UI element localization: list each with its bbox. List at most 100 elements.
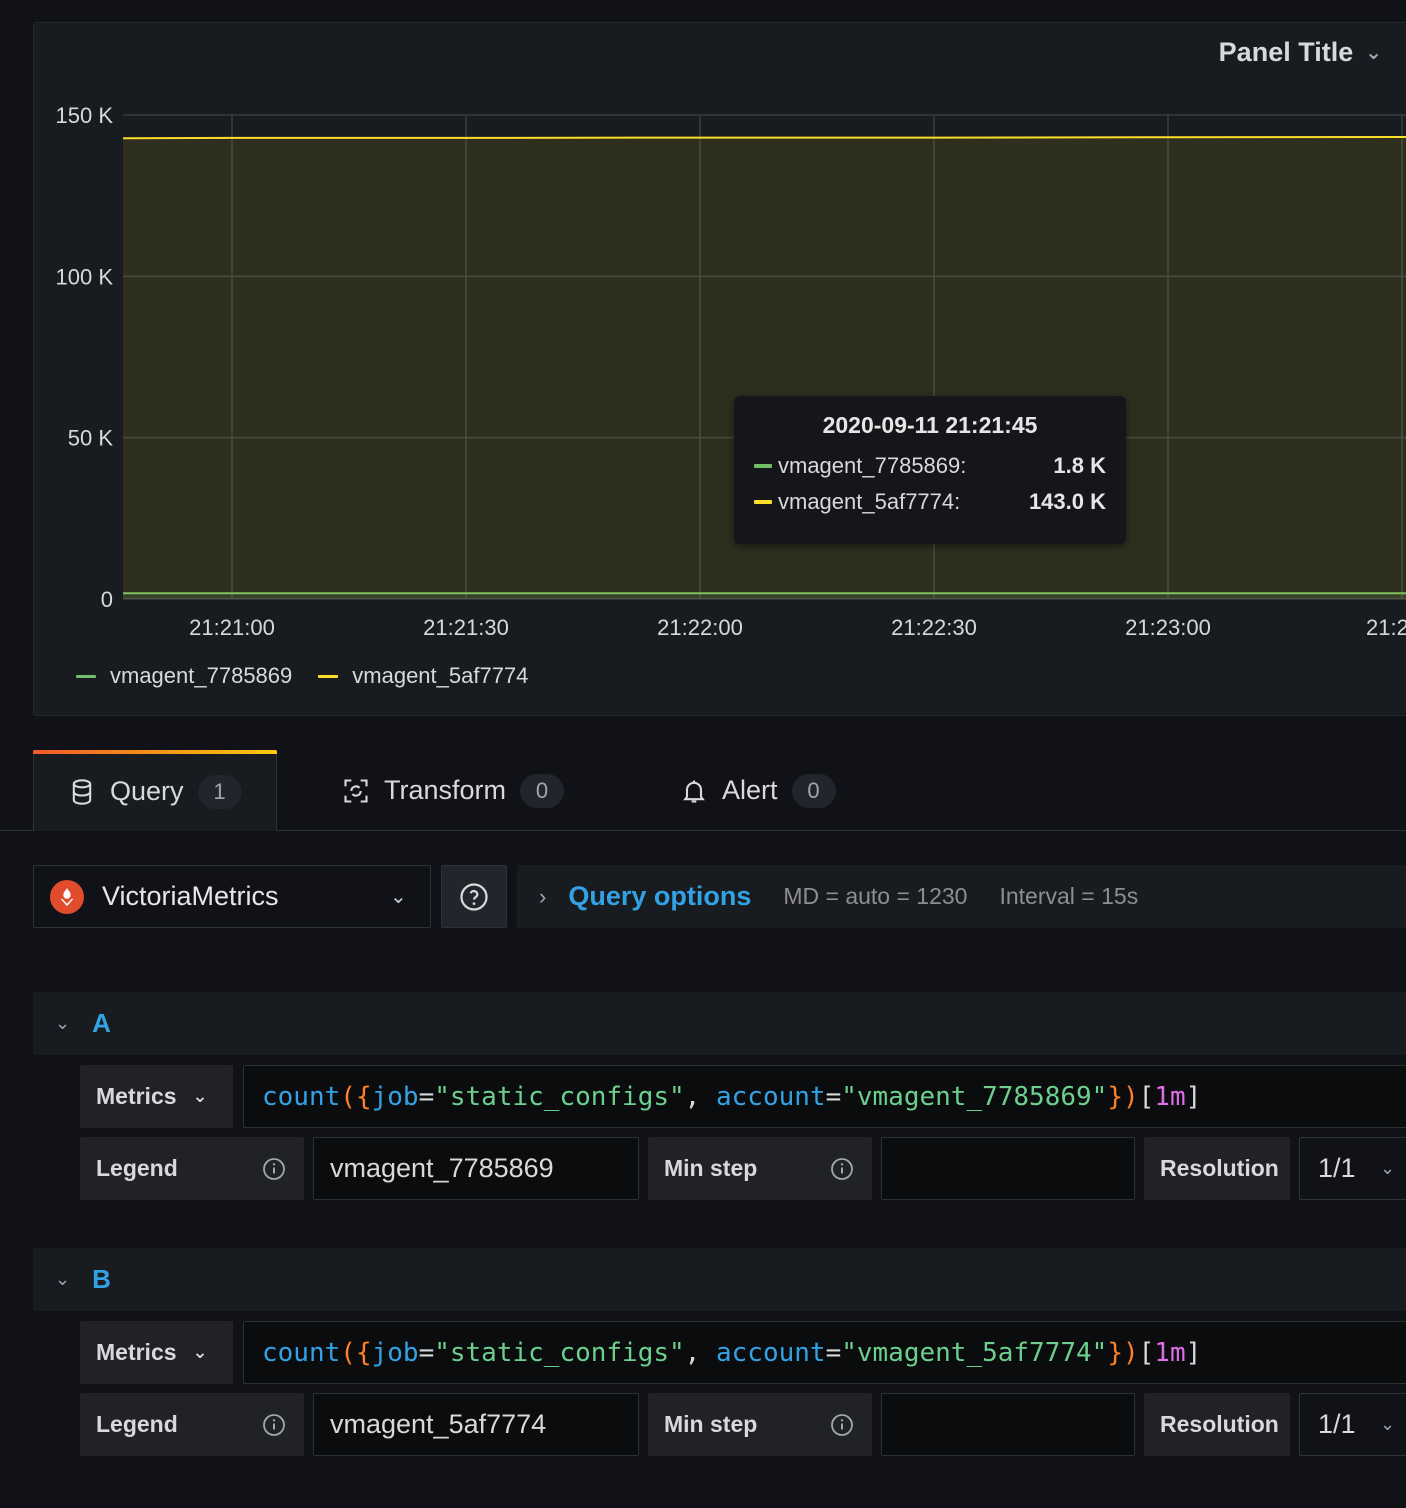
- x-tick-label: 21:22:30: [891, 615, 977, 640]
- query-ref-id: A: [92, 1008, 111, 1038]
- query-token-function: count: [262, 1337, 341, 1368]
- query-token-string: "static_configs": [434, 1081, 685, 1112]
- query-token-string: "static_configs": [434, 1337, 685, 1368]
- bell-icon: [683, 780, 705, 803]
- query-row-b-header[interactable]: ⌄ B: [33, 1248, 1406, 1311]
- legend-item-vmagent-7785869[interactable]: vmagent_7785869: [76, 663, 292, 689]
- question-icon: [460, 882, 488, 911]
- chevron-down-icon: ⌄: [192, 1342, 208, 1362]
- help-button[interactable]: [441, 865, 507, 928]
- chevron-down-icon: ⌄: [192, 1086, 208, 1106]
- legend-format-input[interactable]: vmagent_7785869: [313, 1137, 639, 1200]
- tab-count-badge: 0: [791, 773, 836, 808]
- query-token: (: [340, 1337, 356, 1368]
- metrics-label: Metrics: [96, 1339, 177, 1365]
- query-token: [: [1138, 1337, 1155, 1368]
- tab-label: Transform: [384, 775, 507, 805]
- graph-panel: Panel Title ⌄ 150 K 100 K 50 K 0 21:21:00 21:…: [33, 22, 1406, 716]
- chart-area[interactable]: 150 K 100 K 50 K 0 21:21:00 21:21:30 21:22:00 2…: [34, 23, 1406, 663]
- query-row-a-header[interactable]: ⌄ A: [33, 992, 1406, 1055]
- info-icon[interactable]: [830, 1413, 854, 1437]
- query-token-label: job: [371, 1337, 419, 1368]
- tooltip-series-name: vmagent_5af7774:: [778, 489, 961, 514]
- min-step-input[interactable]: [881, 1137, 1135, 1200]
- resolution-value: 1/1: [1318, 1153, 1356, 1183]
- query-ref-id: B: [92, 1264, 111, 1294]
- y-tick-label: 100 K: [56, 264, 114, 289]
- chart-tooltip: 2020-09-11 21:21:45 vmagent_7785869: 1.8…: [734, 396, 1126, 544]
- legend-format-input[interactable]: vmagent_5af7774: [313, 1393, 639, 1456]
- legend-field-label: Legend: [80, 1393, 304, 1456]
- query-token: ,: [684, 1081, 716, 1112]
- transform-icon: [344, 778, 368, 803]
- datasource-name: VictoriaMetrics: [102, 881, 279, 911]
- min-step-label-text: Min step: [664, 1411, 758, 1437]
- tooltip-swatch-yellow: [754, 500, 772, 504]
- legend-item-vmagent-5af7774[interactable]: vmagent_5af7774: [318, 663, 528, 689]
- datasource-picker[interactable]: VictoriaMetrics ⌄: [33, 865, 431, 928]
- tab-count-badge: 1: [197, 774, 242, 809]
- series-line: [122, 135, 1406, 140]
- min-step-field-label: Min step: [648, 1137, 872, 1200]
- query-token: =: [418, 1081, 435, 1112]
- resolution-select[interactable]: 1/1 ⌄: [1299, 1137, 1406, 1200]
- y-tick-label: 150 K: [56, 103, 114, 128]
- x-tick-label: 21:21:30: [423, 615, 509, 640]
- metrics-dropdown[interactable]: Metrics ⌄: [80, 1065, 233, 1128]
- query-token-string: "vmagent_7785869": [841, 1081, 1108, 1112]
- query-token-label: job: [371, 1081, 419, 1112]
- interval-info: Interval = 15s: [999, 883, 1139, 909]
- tab-query[interactable]: Query 1: [33, 750, 277, 832]
- legend-field-label: Legend: [80, 1137, 304, 1200]
- x-tick-label: 21:22:00: [657, 615, 743, 640]
- x-tick-label: 21:23: [1366, 615, 1406, 640]
- tab-transform[interactable]: Transform 0: [342, 750, 565, 831]
- legend-label-text: Legend: [96, 1155, 178, 1181]
- victoriametrics-logo: [50, 879, 84, 914]
- query-token: =: [825, 1337, 842, 1368]
- tab-label: Query: [110, 776, 184, 806]
- legend-label: vmagent_5af7774: [352, 663, 529, 688]
- query-token: ]: [1185, 1081, 1202, 1112]
- tooltip-series-name: vmagent_7785869:: [778, 453, 967, 478]
- x-tick-label: 21:23:00: [1125, 615, 1211, 640]
- query-token-duration: 1m: [1154, 1081, 1186, 1112]
- chevron-right-icon: ›: [539, 883, 547, 909]
- min-step-input[interactable]: [881, 1393, 1135, 1456]
- tooltip-swatch-green: [754, 464, 772, 468]
- chart-legend: vmagent_7785869 vmagent_5af7774: [76, 663, 528, 689]
- chevron-down-icon: ⌄: [1380, 1158, 1396, 1178]
- info-icon[interactable]: [262, 1413, 286, 1437]
- resolution-field-label: Resolution: [1144, 1393, 1290, 1456]
- tab-count-badge: 0: [520, 773, 565, 808]
- tooltip-series-value: 143.0 K: [1028, 489, 1106, 514]
- tooltip-series-value: 1.8 K: [1053, 453, 1106, 478]
- resolution-select[interactable]: 1/1 ⌄: [1299, 1393, 1406, 1456]
- info-icon[interactable]: [262, 1157, 286, 1181]
- legend-label: vmagent_7785869: [110, 663, 293, 688]
- query-options-toggle[interactable]: › Query options MD = auto = 1230 Interva…: [517, 865, 1406, 928]
- metrics-dropdown[interactable]: Metrics ⌄: [80, 1321, 233, 1384]
- query-expression-input[interactable]: count({job = "static_configs", account = "vm…: [243, 1065, 1406, 1128]
- metrics-label: Metrics: [96, 1083, 177, 1109]
- x-tick-label: 21:21:00: [189, 615, 275, 640]
- query-token: ): [1122, 1081, 1139, 1112]
- query-token-string: "vmagent_5af7774": [841, 1337, 1108, 1368]
- query-token: {: [355, 1337, 372, 1368]
- chevron-down-icon: ⌄: [1380, 1414, 1396, 1434]
- chevron-down-icon: ⌄: [55, 1269, 71, 1289]
- tooltip-row: vmagent_7785869: 1.8 K: [754, 453, 1106, 479]
- max-datapoints-info: MD = auto = 1230: [783, 883, 968, 909]
- query-token: [: [1138, 1081, 1155, 1112]
- info-icon[interactable]: [830, 1157, 854, 1181]
- tab-label: Alert: [722, 775, 778, 805]
- query-expression-input[interactable]: count({job = "static_configs", account = "vm…: [243, 1321, 1406, 1384]
- query-token: =: [418, 1337, 435, 1368]
- legend-swatch-yellow: [318, 674, 339, 678]
- tooltip-row: vmagent_5af7774: 143.0 K: [754, 489, 1106, 515]
- tab-alert[interactable]: Alert 0: [680, 750, 836, 831]
- query-token: =: [825, 1081, 842, 1112]
- query-token-label: account: [715, 1081, 826, 1112]
- query-token: }: [1107, 1337, 1123, 1368]
- query-token: }: [1107, 1081, 1123, 1112]
